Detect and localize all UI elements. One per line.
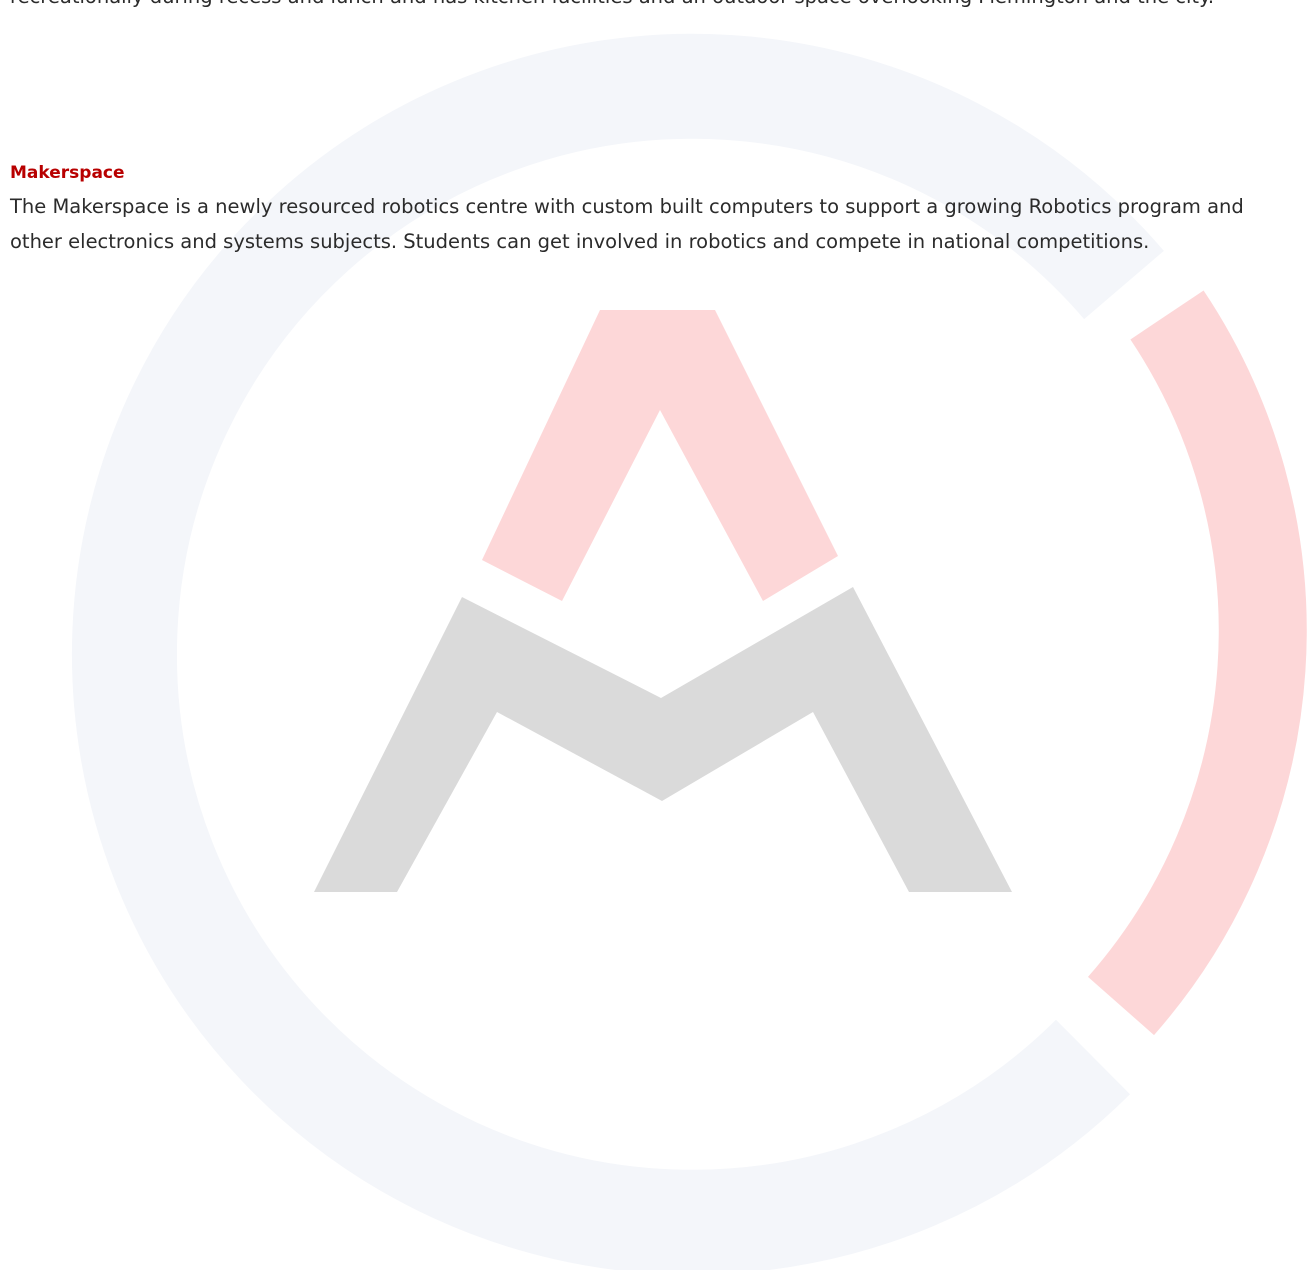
- intro-paragraph: recreationally during recess and lunch a…: [10, 0, 1310, 14]
- makerspace-paragraph: The Makerspace is a newly resourced robo…: [10, 195, 1244, 253]
- makerspace-heading: Makerspace: [10, 163, 125, 183]
- document-page: recreationally during recess and lunch a…: [0, 0, 1310, 1270]
- watermark-red-arc: [1087, 290, 1307, 1036]
- watermark-grey-m: [314, 587, 1012, 892]
- watermark-red-chevron: [482, 310, 838, 601]
